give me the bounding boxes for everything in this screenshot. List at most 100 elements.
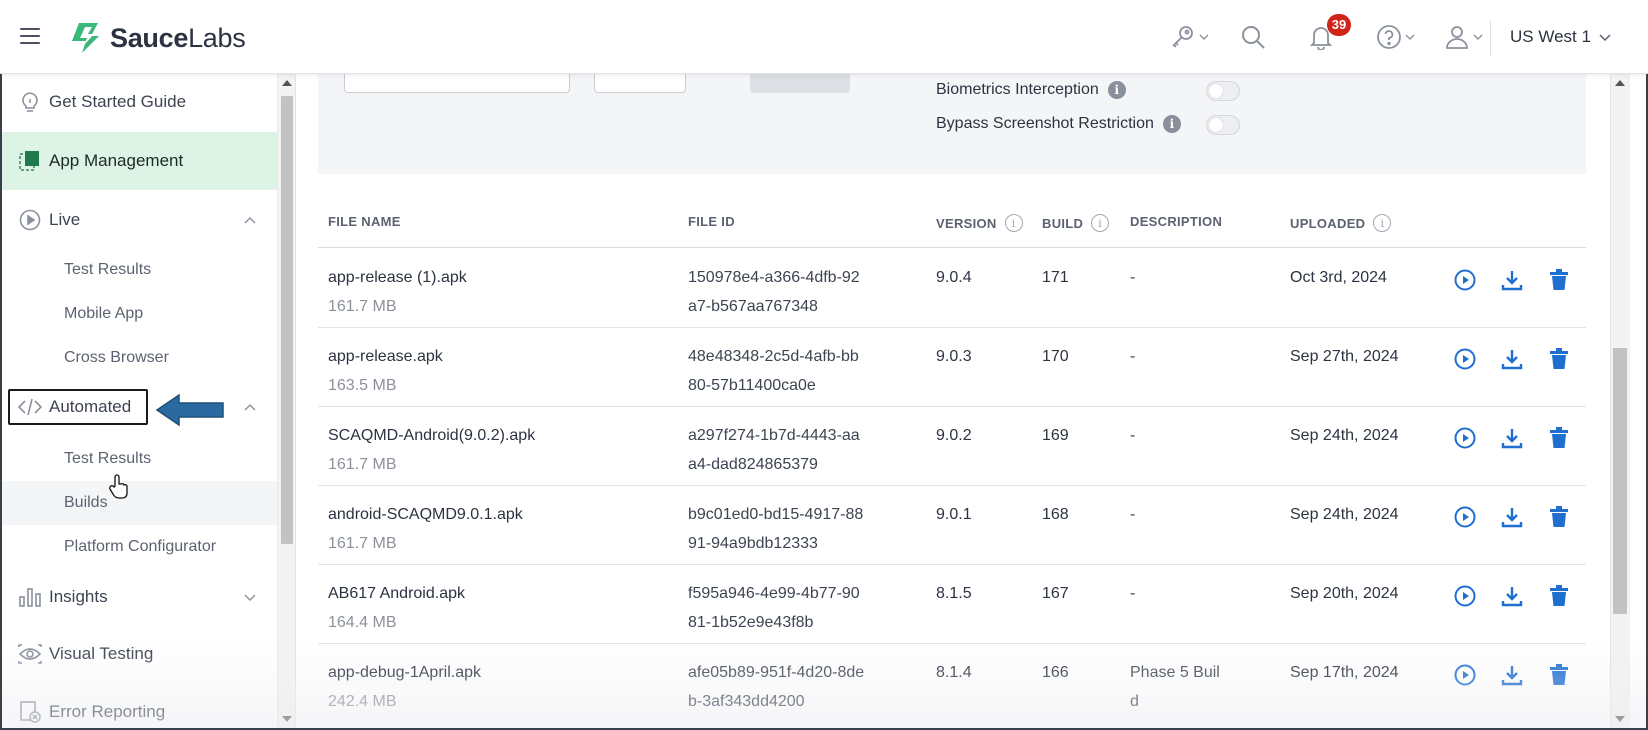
delete-button[interactable] — [1546, 425, 1572, 451]
sidebar-item-visual-testing[interactable]: Visual Testing — [0, 626, 277, 682]
table-row[interactable]: app-release.apk 163.5 MB 48e48348-2c5d-4a… — [318, 328, 1586, 407]
file-size: 242.4 MB — [328, 693, 397, 710]
build: 169 — [1042, 427, 1069, 444]
sidebar-subitem-automated-test-results[interactable]: Test Results — [0, 437, 277, 481]
delete-button[interactable] — [1546, 267, 1572, 293]
delete-button[interactable] — [1546, 504, 1572, 530]
version: 9.0.3 — [936, 348, 972, 365]
table-row[interactable]: SCAQMD-Android(9.0.2).apk 161.7 MB a297f2… — [318, 407, 1586, 486]
file-name[interactable]: android-SCAQMD9.0.1.apk — [328, 506, 523, 523]
region-selector[interactable]: US West 1 — [1510, 27, 1611, 47]
sidebar-item-label: Visual Testing — [49, 644, 154, 663]
col-uploaded[interactable]: UPLOADED i — [1290, 214, 1392, 232]
app-management-icon — [18, 149, 42, 173]
sidebar-item-live[interactable]: Live — [0, 192, 277, 248]
delete-button[interactable] — [1546, 662, 1572, 688]
sidebar-subitem-platform-configurator[interactable]: Platform Configurator — [0, 525, 277, 569]
saucelabs-logo[interactable]: SauceLabs — [68, 20, 246, 56]
description: - — [1130, 585, 1136, 602]
table-row[interactable]: android-SCAQMD9.0.1.apk 161.7 MB b9c01ed0… — [318, 486, 1586, 565]
sidebar-item-error-reporting[interactable]: Error Reporting — [0, 684, 277, 730]
delete-button[interactable] — [1546, 346, 1572, 372]
sidebar-scroll-down-icon[interactable] — [282, 716, 292, 722]
play-app-button[interactable] — [1452, 583, 1478, 609]
play-app-button[interactable] — [1452, 504, 1478, 530]
download-button[interactable] — [1499, 504, 1525, 530]
main-scrollbar-thumb[interactable] — [1613, 348, 1627, 614]
download-button[interactable] — [1499, 425, 1525, 451]
table-row[interactable]: app-release (1).apk 161.7 MB 150978e4-a36… — [318, 249, 1586, 328]
update-button[interactable] — [750, 74, 850, 93]
info-icon[interactable]: i — [1373, 214, 1392, 232]
info-icon[interactable]: i — [1004, 214, 1023, 232]
table-row[interactable]: AB617 Android.apk 164.4 MB f595a946-4e99-… — [318, 565, 1586, 644]
biometrics-setting: Biometrics Interception i — [936, 81, 1126, 99]
chevron-up-icon — [244, 403, 256, 410]
col-file-name[interactable]: FILE NAME — [328, 214, 401, 229]
biometrics-toggle[interactable] — [1206, 81, 1240, 101]
file-name[interactable]: app-release.apk — [328, 348, 443, 365]
user-menu-button[interactable] — [1444, 24, 1483, 50]
play-app-button[interactable] — [1452, 267, 1478, 293]
download-button[interactable] — [1499, 267, 1525, 293]
chevron-down-icon — [1199, 34, 1209, 40]
uploaded-date: Sep 20th, 2024 — [1290, 585, 1399, 602]
col-file-id[interactable]: FILE ID — [688, 214, 735, 229]
col-build[interactable]: BUILD i — [1042, 214, 1110, 232]
table-row[interactable]: app-debug-1April.apk 242.4 MB afe05b89-95… — [318, 644, 1586, 723]
file-id: a297f274-1b7d-4443-aaa4-dad824865379 — [688, 427, 860, 473]
menu-icon[interactable] — [20, 28, 40, 44]
download-icon — [1501, 429, 1523, 449]
sidebar-item-get-started[interactable]: Get Started Guide — [0, 78, 277, 126]
sidebar-item-label: Error Reporting — [49, 702, 166, 721]
file-name-cell: AB617 Android.apk 164.4 MB — [328, 579, 465, 637]
file-name[interactable]: SCAQMD-Android(9.0.2).apk — [328, 427, 535, 444]
download-button[interactable] — [1499, 662, 1525, 688]
file-size: 161.7 MB — [328, 535, 397, 552]
col-description[interactable]: DESCRIPTION — [1130, 214, 1222, 229]
main-scroll-down-icon[interactable] — [1615, 716, 1625, 722]
sidebar: Get Started Guide App Management Live Te… — [0, 74, 278, 730]
sidebar-subitem-builds[interactable]: Builds — [0, 481, 277, 525]
download-icon — [1501, 666, 1523, 686]
file-name[interactable]: app-debug-1April.apk — [328, 664, 481, 681]
biometrics-label: Biometrics Interception — [936, 81, 1099, 98]
sidebar-item-app-management[interactable]: App Management — [0, 132, 277, 190]
info-icon[interactable]: i — [1107, 81, 1126, 99]
port-input[interactable] — [594, 74, 686, 93]
host-input[interactable] — [344, 74, 570, 93]
info-icon[interactable]: i — [1091, 214, 1110, 232]
description: Phase 5 Build — [1130, 664, 1220, 710]
sidebar-subitem-mobile-app[interactable]: Mobile App — [0, 292, 277, 336]
play-app-button[interactable] — [1452, 662, 1478, 688]
download-icon — [1501, 350, 1523, 370]
file-name[interactable]: app-release (1).apk — [328, 269, 467, 286]
screenshot-label: Bypass Screenshot Restriction — [936, 115, 1154, 132]
file-name-cell: app-release.apk 163.5 MB — [328, 342, 443, 400]
help-icon — [1377, 25, 1401, 49]
key-icon — [1172, 26, 1193, 48]
sidebar-scrollbar-thumb[interactable] — [281, 96, 293, 544]
search-button[interactable] — [1240, 24, 1266, 50]
play-app-button[interactable] — [1452, 346, 1478, 372]
help-button[interactable] — [1376, 24, 1415, 50]
delete-button[interactable] — [1546, 583, 1572, 609]
access-key-button[interactable] — [1170, 24, 1209, 50]
play-circle-icon — [18, 208, 42, 232]
download-button[interactable] — [1499, 346, 1525, 372]
description: - — [1130, 427, 1136, 444]
sidebar-scroll-up-icon[interactable] — [282, 80, 292, 86]
hand-cursor-icon — [109, 474, 128, 499]
file-name[interactable]: AB617 Android.apk — [328, 585, 465, 602]
sidebar-item-insights[interactable]: Insights — [0, 570, 277, 624]
info-icon[interactable]: i — [1162, 115, 1181, 133]
download-button[interactable] — [1499, 583, 1525, 609]
sidebar-subitem-cross-browser[interactable]: Cross Browser — [0, 336, 277, 380]
play-app-button[interactable] — [1452, 425, 1478, 451]
screenshot-toggle[interactable] — [1206, 115, 1240, 135]
play-circle-icon — [1454, 585, 1476, 607]
saucelabs-logo-icon — [72, 23, 99, 53]
col-version[interactable]: VERSION i — [936, 214, 1023, 232]
sidebar-subitem-live-test-results[interactable]: Test Results — [0, 248, 277, 292]
main-scroll-up-icon[interactable] — [1615, 80, 1625, 86]
